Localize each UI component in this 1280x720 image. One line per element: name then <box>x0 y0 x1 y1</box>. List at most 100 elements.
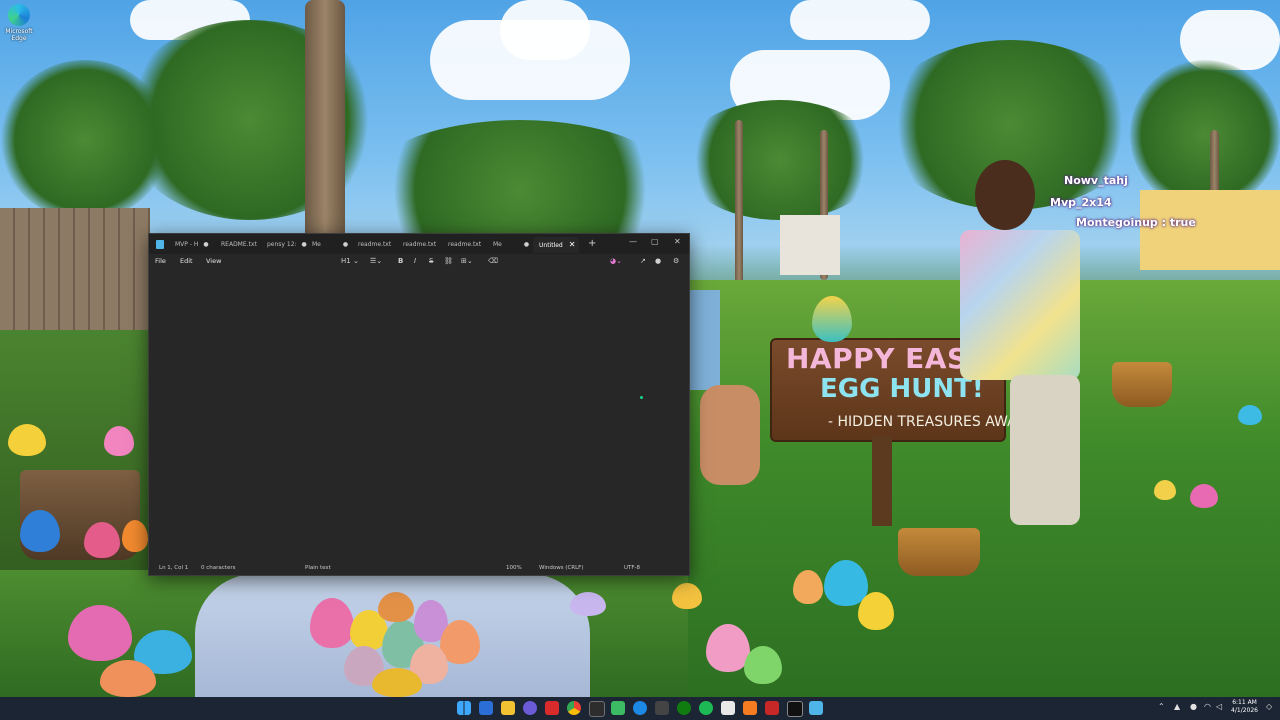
palm-foliage <box>0 60 170 220</box>
desktop-icon-edge[interactable]: Microsoft Edge <box>4 4 34 42</box>
wifi-icon[interactable]: ◠ <box>1204 702 1211 711</box>
easter-egg <box>1154 480 1176 500</box>
new-tab-button[interactable]: + <box>588 237 596 251</box>
easter-egg <box>378 592 414 622</box>
basket <box>1112 362 1172 407</box>
link-icon[interactable]: ⛓ <box>444 257 453 265</box>
palm-foliage <box>680 100 880 220</box>
status-encoding[interactable]: UTF-8 <box>624 565 640 571</box>
chrome-icon[interactable] <box>567 701 581 715</box>
tab[interactable]: README.txt <box>221 237 257 253</box>
easter-egg <box>570 592 606 616</box>
notepad-taskbar-icon[interactable] <box>809 701 823 715</box>
overlay-line: Mvp_2x14 <box>1050 196 1112 209</box>
person-figure <box>975 160 1035 230</box>
file-explorer-icon[interactable] <box>501 701 515 715</box>
overlay-line: Nowv_tahj <box>1064 174 1128 187</box>
easter-egg <box>84 522 120 558</box>
account-icon[interactable]: ● <box>655 257 661 265</box>
building <box>1140 190 1280 270</box>
easter-egg <box>104 426 134 456</box>
palm-foliage <box>1130 60 1280 210</box>
list-icon[interactable]: ☰⌄ <box>370 257 382 265</box>
spotify-icon[interactable] <box>699 701 713 715</box>
menu-bar: File Edit View H1 ⌄ ☰⌄ B I S ⛓ ⊞⌄ ⌫ ◕⌄ ↗… <box>149 254 689 269</box>
teams-icon[interactable] <box>523 701 537 715</box>
bold-icon[interactable]: B <box>398 257 403 265</box>
tab[interactable]: Me ● <box>493 237 529 253</box>
tab-bar: MVP - H ● README.txt pensy 12: ● Me ● readm… <box>149 234 689 254</box>
table-icon[interactable]: ⊞⌄ <box>461 257 473 265</box>
settings-gear-icon[interactable]: ⚙ <box>673 257 679 265</box>
sign-line-2: EGG HUNT! <box>820 374 984 404</box>
person-figure <box>688 290 720 390</box>
notification-bell-icon[interactable]: ◇ <box>1266 702 1272 711</box>
tab-label: Me <box>312 241 321 248</box>
maximize-button[interactable]: ▢ <box>651 235 659 249</box>
app-icon-white[interactable] <box>721 701 735 715</box>
status-bar: Ln 1, Col 1 0 characters Plain text 100%… <box>149 562 689 575</box>
easter-egg <box>672 583 702 609</box>
easter-egg <box>122 520 148 552</box>
sign-post <box>872 436 892 526</box>
terminal-icon[interactable] <box>589 701 605 717</box>
menu-edit[interactable]: Edit <box>180 257 193 265</box>
share-icon[interactable]: ↗ <box>640 257 646 265</box>
italic-icon[interactable]: I <box>414 257 416 265</box>
easter-egg <box>744 646 782 684</box>
person-figure <box>960 230 1080 380</box>
status-format[interactable]: Plain text <box>305 565 331 571</box>
easter-egg <box>20 510 60 552</box>
start-windows-icon[interactable] <box>457 701 471 715</box>
tray-app-icon[interactable]: ▲ <box>1174 702 1180 711</box>
unsaved-dot-icon: ● <box>523 241 530 248</box>
unsaved-dot-icon: ● <box>342 241 349 248</box>
status-line-endings[interactable]: Windows (CRLF) <box>539 565 583 571</box>
tab[interactable]: readme.txt <box>403 237 436 253</box>
tab-label: readme.txt <box>358 241 392 248</box>
heading-select[interactable]: H1 ⌄ <box>341 257 359 265</box>
app-icon-green[interactable] <box>611 701 625 715</box>
tab[interactable]: readme.txt <box>448 237 481 253</box>
tab-active[interactable]: Untitled ✕ <box>533 237 580 253</box>
clear-format-icon[interactable]: ⌫ <box>488 257 498 265</box>
menu-file[interactable]: File <box>155 257 166 265</box>
tab[interactable]: Me ● <box>312 237 348 253</box>
text-editor[interactable] <box>149 270 689 562</box>
easter-egg <box>1190 484 1218 508</box>
volume-icon[interactable]: ◁ <box>1216 702 1222 711</box>
copilot-icon[interactable]: ◕⌄ <box>610 257 622 265</box>
clock-date: 4/1/2026 <box>1231 707 1258 714</box>
overlay-line: Montegoinup : true <box>1076 216 1196 229</box>
close-window-button[interactable]: ✕ <box>674 235 681 249</box>
acrobat-icon[interactable] <box>545 701 559 715</box>
tray-app-icon[interactable]: ● <box>1190 702 1197 711</box>
status-position: Ln 1, Col 1 <box>159 565 189 571</box>
minimize-button[interactable]: — <box>629 235 637 249</box>
tab[interactable]: readme.txt <box>358 237 391 253</box>
taskbar-app-icon[interactable] <box>479 701 493 715</box>
cloud <box>500 0 590 60</box>
tab-label: pensy 12: <box>267 241 297 248</box>
taskbar-clock[interactable]: 6:11 AM 4/1/2026 <box>1231 699 1258 715</box>
app-icon-blue[interactable] <box>633 701 647 715</box>
status-zoom[interactable]: 100% <box>506 565 522 571</box>
xbox-icon[interactable] <box>677 701 691 715</box>
tab[interactable]: MVP - H ● <box>175 237 209 253</box>
tab[interactable]: pensy 12: ● <box>267 237 307 253</box>
app-icon-orange[interactable] <box>743 701 757 715</box>
strikethrough-icon[interactable]: S <box>429 257 433 265</box>
building <box>780 215 840 275</box>
app-icon-black[interactable] <box>787 701 803 717</box>
close-tab-icon[interactable]: ✕ <box>569 240 576 249</box>
easter-egg <box>812 296 852 342</box>
app-icon-dark[interactable] <box>655 701 669 715</box>
clock-time: 6:11 AM <box>1232 699 1257 706</box>
app-icon-red[interactable] <box>765 701 779 715</box>
palm-trunk <box>305 0 345 240</box>
chevron-up-icon[interactable]: ⌃ <box>1158 702 1165 711</box>
menu-view[interactable]: View <box>206 257 221 265</box>
tab-label: readme.txt <box>403 241 437 248</box>
palm-trunk <box>735 120 743 290</box>
notepad-window: MVP - H ● README.txt pensy 12: ● Me ● readm… <box>148 233 690 576</box>
